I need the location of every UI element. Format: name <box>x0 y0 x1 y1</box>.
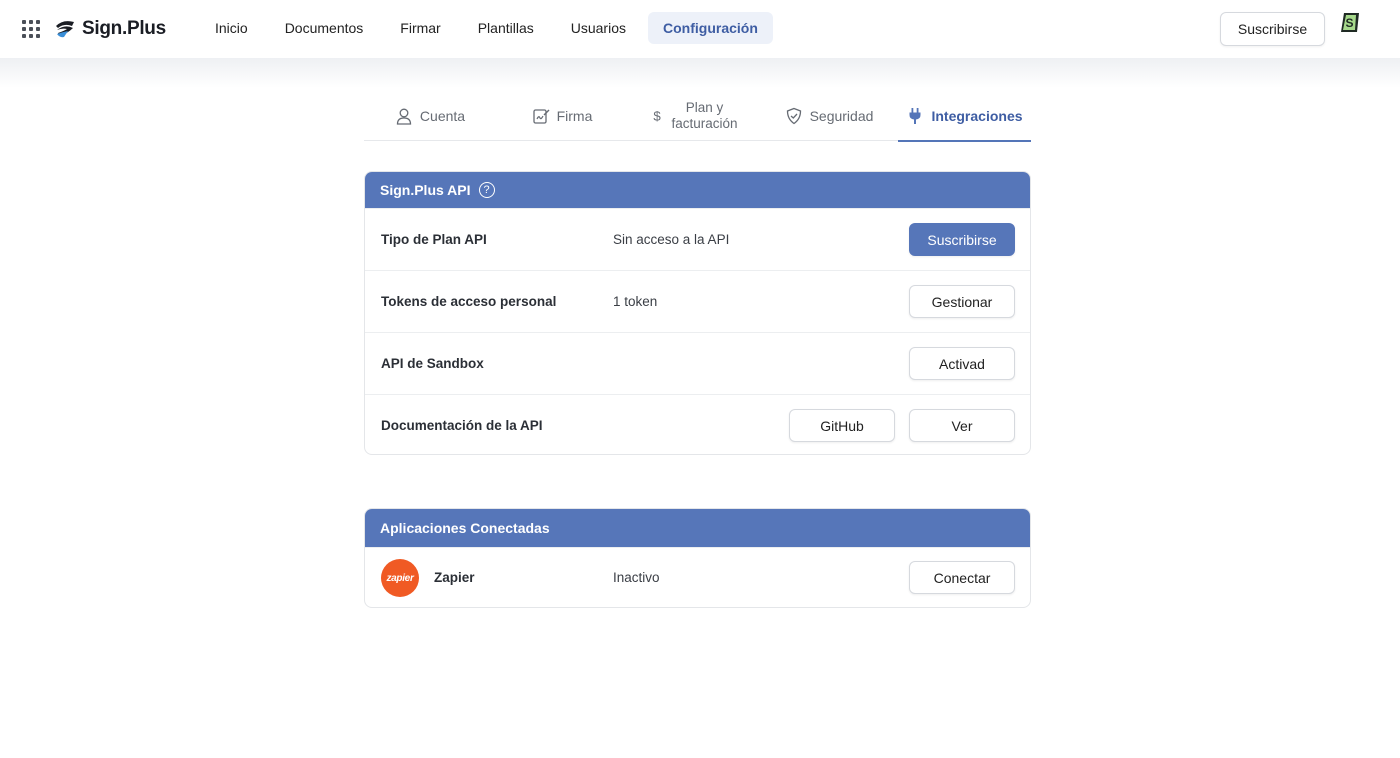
row-label: Tokens de acceso personal <box>381 294 557 309</box>
dollar-icon: $ <box>654 108 662 123</box>
view-docs-button[interactable]: Ver <box>909 409 1015 442</box>
connected-apps-panel: Aplicaciones Conectadas zapier Zapier In… <box>364 508 1031 608</box>
zapier-logo: zapier <box>381 559 419 597</box>
logo[interactable]: Sign.Plus <box>54 16 166 42</box>
tab-seguridad[interactable]: Seguridad <box>760 90 898 141</box>
tab-cuenta[interactable]: Cuenta <box>364 90 496 141</box>
sandbox-row: API de Sandbox Activad <box>365 332 1030 394</box>
row-value: 1 token <box>613 294 658 309</box>
tab-label: Seguridad <box>809 107 874 124</box>
nav-item-firmar[interactable]: Firmar <box>385 12 455 44</box>
app-grid-icon[interactable] <box>22 20 40 38</box>
logo-text: Sign.Plus <box>82 18 166 39</box>
shield-icon <box>786 107 801 124</box>
svg-text:S: S <box>1345 16 1353 30</box>
api-panel: Sign.Plus API ? Tipo de Plan API Sin acc… <box>364 171 1031 455</box>
connect-button[interactable]: Conectar <box>909 561 1015 594</box>
nav-item-plantillas[interactable]: Plantillas <box>463 12 549 44</box>
api-subscribe-button[interactable]: Suscribirse <box>909 223 1015 256</box>
tab-plan-facturacion[interactable]: $ Plan y facturación <box>628 90 760 141</box>
nav-item-inicio[interactable]: Inicio <box>200 12 263 44</box>
api-plan-row: Tipo de Plan API Sin acceso a la API Sus… <box>365 208 1030 270</box>
tab-label: Integraciones <box>931 107 1023 124</box>
settings-tabs: Cuenta Firma $ Plan y facturación Seguri… <box>364 90 1031 142</box>
row-label: Documentación de la API <box>381 418 543 433</box>
subscribe-button[interactable]: Suscribirse <box>1220 12 1325 46</box>
tab-firma[interactable]: Firma <box>496 90 628 141</box>
help-icon[interactable]: ? <box>478 182 495 198</box>
row-label: Tipo de Plan API <box>381 232 487 247</box>
header-shadow <box>0 58 1400 88</box>
main-nav: Inicio Documentos Firmar Plantillas Usua… <box>200 12 780 44</box>
nav-item-usuarios[interactable]: Usuarios <box>556 12 641 44</box>
user-avatar-icon[interactable]: S <box>1339 12 1361 34</box>
logo-mark-icon <box>56 21 74 38</box>
api-docs-row: Documentación de la API GitHub Ver <box>365 394 1030 454</box>
tab-integraciones[interactable]: Integraciones <box>898 90 1031 142</box>
connected-apps-header: Aplicaciones Conectadas <box>365 509 1030 547</box>
svg-text:$: $ <box>654 108 662 123</box>
tab-label: Cuenta <box>419 107 466 124</box>
nav-item-documentos[interactable]: Documentos <box>270 12 379 44</box>
api-panel-title: Sign.Plus API <box>380 182 471 198</box>
user-icon <box>396 108 412 125</box>
nav-item-configuracion[interactable]: Configuración <box>648 12 773 44</box>
tokens-row: Tokens de acceso personal 1 token Gestio… <box>365 270 1030 332</box>
app-row-zapier: zapier Zapier Inactivo Conectar <box>365 547 1030 607</box>
row-value: Sin acceso a la API <box>613 232 730 247</box>
activate-sandbox-button[interactable]: Activad <box>909 347 1015 380</box>
connected-apps-title: Aplicaciones Conectadas <box>380 520 550 536</box>
tab-label: Firma <box>556 107 593 124</box>
api-panel-header: Sign.Plus API ? <box>365 172 1030 208</box>
tab-label-line2: facturación <box>671 115 738 131</box>
plug-icon <box>909 107 921 124</box>
row-label: API de Sandbox <box>381 356 484 371</box>
app-status: Inactivo <box>613 570 660 585</box>
top-bar: Sign.Plus Inicio Documentos Firmar Plant… <box>0 0 1400 58</box>
tab-label: Plan y facturación <box>671 100 737 132</box>
tab-label-line1: Plan y <box>685 99 724 115</box>
manage-tokens-button[interactable]: Gestionar <box>909 285 1015 318</box>
app-name: Zapier <box>434 570 475 585</box>
signature-icon <box>532 108 550 124</box>
github-button[interactable]: GitHub <box>789 409 895 442</box>
